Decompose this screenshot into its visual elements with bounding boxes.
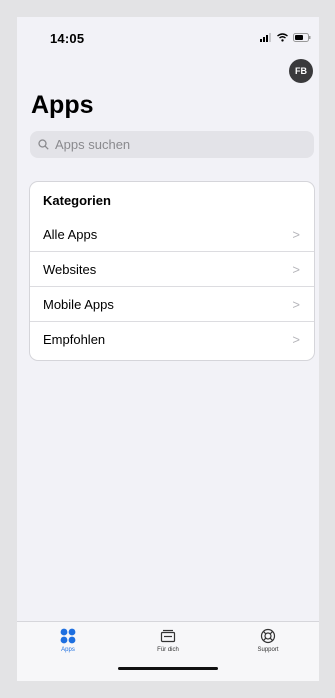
chevron-right-icon: >	[292, 262, 300, 277]
signal-icon	[260, 33, 271, 42]
tab-support[interactable]: Support	[228, 628, 308, 653]
phone-screen: 14:05 FB Apps Apps suchen Kategorien All…	[17, 17, 319, 681]
tab-label: Apps	[61, 647, 75, 653]
chevron-right-icon: >	[292, 227, 300, 242]
page-title: Apps	[31, 91, 94, 119]
search-input[interactable]	[53, 136, 297, 153]
inbox-stack-icon	[160, 629, 176, 643]
category-item-websites[interactable]: Websites >	[30, 252, 314, 287]
home-indicator	[118, 667, 218, 670]
category-label: Mobile Apps	[43, 297, 114, 312]
avatar[interactable]: FB	[289, 59, 313, 83]
system-indicators	[260, 33, 311, 42]
categories-card: Kategorien Alle Apps > Websites > Mobile…	[30, 182, 314, 360]
search-icon	[38, 139, 49, 150]
status-bar: 14:05	[17, 17, 319, 59]
category-item-empfohlen[interactable]: Empfohlen >	[30, 322, 314, 357]
category-label: Alle Apps	[43, 227, 98, 242]
category-label: Websites	[43, 262, 97, 277]
status-time: 14:05	[50, 31, 85, 46]
category-label: Empfohlen	[43, 332, 106, 347]
tab-label: Support	[257, 647, 279, 653]
chevron-right-icon: >	[292, 297, 300, 312]
category-item-mobile-apps[interactable]: Mobile Apps >	[30, 287, 314, 322]
lifebuoy-icon	[260, 628, 276, 644]
chevron-right-icon: >	[292, 332, 300, 347]
tab-label: Für dich	[157, 647, 179, 653]
tab-apps[interactable]: Apps	[28, 628, 108, 653]
wifi-icon	[277, 33, 288, 42]
tab-fuer-dich[interactable]: Für dich	[128, 628, 208, 653]
apps-grid-icon	[60, 628, 76, 644]
category-item-alle-apps[interactable]: Alle Apps >	[30, 217, 314, 252]
search-bar[interactable]	[30, 131, 314, 158]
battery-icon	[293, 33, 311, 42]
tab-bar: Apps Für dich Support	[17, 621, 319, 681]
categories-heading: Kategorien	[43, 193, 111, 208]
